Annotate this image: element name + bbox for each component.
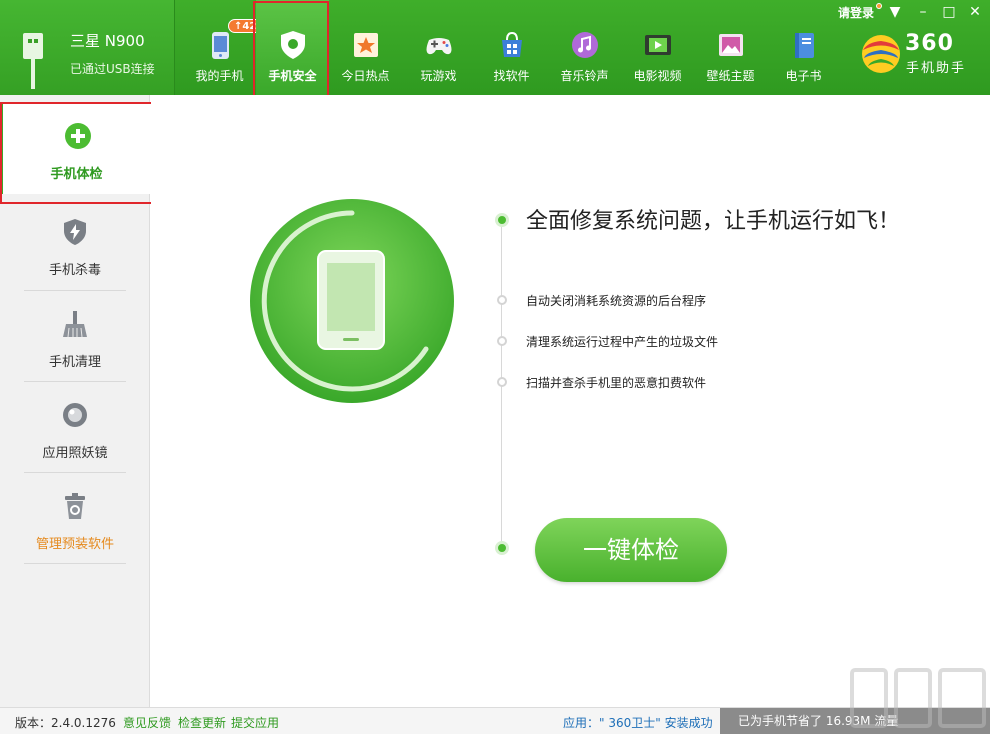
plus-circle-icon	[65, 123, 91, 149]
menu-dropdown-icon[interactable]: ▼	[886, 3, 904, 21]
gamepad-icon	[426, 38, 452, 55]
book-icon	[795, 33, 814, 58]
sidebar-item-cleanup[interactable]: 手机清理	[0, 291, 150, 382]
nav-label: 手机安全	[268, 69, 317, 83]
logo-ball-icon	[862, 35, 900, 73]
sidebar-item-label: 应用照妖镜	[42, 446, 108, 461]
nav-label: 音乐铃声	[560, 69, 609, 83]
sidebar-item-preinstalled[interactable]: 管理预装软件	[0, 473, 150, 564]
nav-ebook[interactable]: 电子书	[767, 0, 840, 95]
timeline-dot	[497, 377, 507, 387]
nav-phone-security[interactable]: 手机安全	[256, 0, 329, 95]
logo-brand: 360	[905, 31, 954, 56]
feature-item: 清理系统运行过程中产生的垃圾文件	[526, 335, 719, 349]
check-update-link[interactable]: 检查更新	[178, 714, 226, 731]
nav-label: 电子书	[785, 69, 822, 83]
star-news-icon	[354, 33, 378, 57]
nav-my-phone[interactable]: ↑42 我的手机	[183, 0, 263, 95]
notification-dot	[876, 3, 882, 9]
maximize-icon[interactable]: □	[940, 3, 958, 21]
login-link[interactable]: 请登录	[838, 4, 874, 21]
nav-hot-today[interactable]: 今日热点	[329, 0, 402, 95]
submit-app-link[interactable]: 提交应用	[231, 714, 279, 731]
app-logo: 360 手机助手	[860, 31, 985, 77]
traffic-saved: 已为手机节省了 16.93M 流量	[720, 708, 990, 734]
nav-label: 壁纸主题	[706, 69, 755, 83]
nav-label: 玩游戏	[420, 69, 457, 83]
status-bar: 版本：2.4.0.1276 意见反馈 检查更新 提交应用 应用：" 360卫士"…	[0, 707, 990, 734]
trash-can-icon	[65, 493, 85, 519]
device-panel[interactable]: 三星 N900 已通过USB连接	[0, 0, 175, 95]
sidebar-item-antivirus[interactable]: 手机杀毒	[0, 199, 150, 290]
minimize-icon[interactable]: –	[914, 3, 932, 21]
top-bar: 三星 N900 已通过USB连接 ↑42 我的手机 手机安全 今日热点 玩游戏 …	[0, 0, 990, 95]
wallpaper-icon	[719, 34, 743, 56]
sidebar-divider	[24, 563, 126, 564]
sidebar-item-label: 手机杀毒	[48, 263, 101, 278]
checkup-headline: 全面修复系统问题，让手机运行如飞！	[526, 209, 901, 234]
nav-music[interactable]: 音乐铃声	[548, 0, 621, 95]
nav-video[interactable]: 电影视频	[621, 0, 694, 95]
shield-icon	[281, 31, 305, 59]
nav-wallpaper[interactable]: 壁纸主题	[694, 0, 767, 95]
nav-label: 今日热点	[341, 69, 390, 83]
device-status: 已通过USB连接	[70, 62, 155, 76]
timeline-dot	[497, 336, 507, 346]
usb-icon	[23, 33, 43, 89]
sidebar-item-label: 手机体检	[50, 167, 103, 182]
timeline-dot	[495, 213, 509, 227]
install-status: 应用：" 360卫士" 安装成功	[563, 716, 713, 730]
main-panel: 全面修复系统问题，让手机运行如飞！ 自动关闭消耗系统资源的后台程序 清理系统运行…	[151, 95, 990, 707]
phone-checkup-graphic	[250, 199, 454, 403]
lens-icon	[63, 403, 87, 427]
logo-subtitle: 手机助手	[906, 61, 967, 76]
phone-icon	[212, 32, 229, 59]
timeline-dot	[497, 295, 507, 305]
version-label: 版本：2.4.0.1276	[15, 716, 116, 730]
sidebar-item-label: 手机清理	[48, 355, 101, 370]
timeline-dot	[495, 541, 509, 555]
nav-label: 电影视频	[633, 69, 682, 83]
nav-label: 找软件	[493, 69, 530, 83]
lightning-shield-icon	[64, 219, 86, 245]
feature-item: 自动关闭消耗系统资源的后台程序	[526, 294, 707, 308]
broom-icon	[63, 311, 87, 338]
nav-find-software[interactable]: 找软件	[475, 0, 548, 95]
feedback-link[interactable]: 意见反馈	[123, 714, 171, 731]
device-name: 三星 N900	[70, 32, 145, 50]
sidebar-item-label: 管理预装软件	[35, 537, 114, 552]
close-icon[interactable]: ✕	[966, 3, 984, 21]
nav-label: 我的手机	[195, 69, 244, 83]
nav-games[interactable]: 玩游戏	[402, 0, 475, 95]
left-sidebar: 手机体检 手机杀毒 手机清理 应用照妖镜 管理预装软件	[0, 95, 150, 707]
one-click-checkup-button[interactable]: 一键体检	[535, 518, 727, 582]
sidebar-item-app-mirror[interactable]: 应用照妖镜	[0, 382, 150, 473]
music-icon	[572, 32, 598, 58]
film-icon	[645, 35, 671, 55]
feature-item: 扫描并查杀手机里的恶意扣费软件	[526, 376, 707, 390]
sidebar-item-phone-checkup[interactable]: 手机体检	[0, 103, 150, 194]
app-store-icon	[502, 31, 522, 57]
